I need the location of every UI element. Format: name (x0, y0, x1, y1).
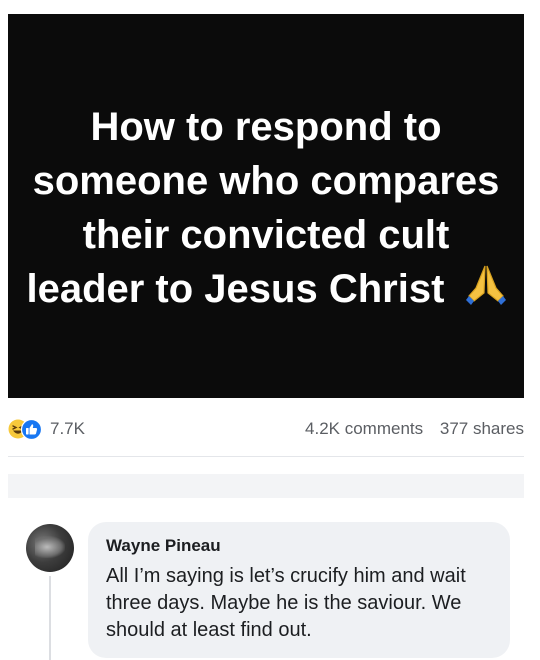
reaction-icons (8, 418, 44, 441)
post-headline: How to respond to someone who compares t… (26, 100, 506, 320)
divider (8, 456, 524, 457)
reactions-summary[interactable]: 7.7K (8, 418, 85, 441)
avatar[interactable] (26, 524, 74, 572)
shares-count-link[interactable]: 377 shares (440, 419, 524, 438)
comments-count-link[interactable]: 4.2K comments (305, 419, 423, 438)
section-gap (8, 474, 524, 498)
comment-bubble[interactable]: Wayne Pineau All I’m saying is let’s cru… (88, 522, 510, 658)
folded-hands-icon (465, 262, 506, 320)
post-stats-bar: 7.7K 4.2K comments 377 shares (8, 412, 524, 446)
engagement-counts: 4.2K comments 377 shares (305, 419, 524, 439)
comment-author[interactable]: Wayne Pineau (106, 536, 221, 556)
comment-section: Wayne Pineau All I’m saying is let’s cru… (8, 498, 524, 660)
post-headline-text: How to respond to someone who compares t… (26, 105, 500, 311)
reactions-count: 7.7K (50, 419, 85, 438)
comment-text: All I’m saying is let’s crucify him and … (106, 565, 466, 641)
like-icon (20, 418, 43, 445)
post-image[interactable]: How to respond to someone who compares t… (8, 14, 524, 398)
reply-thread-line (49, 576, 51, 660)
